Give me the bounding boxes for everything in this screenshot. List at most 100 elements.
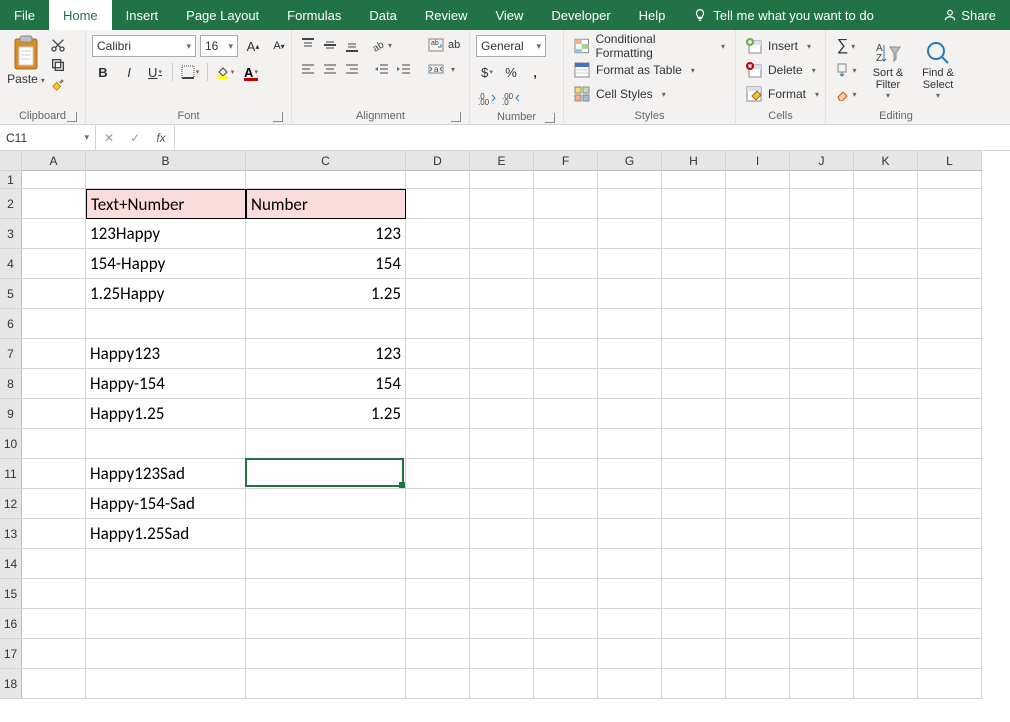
cell-I15[interactable] bbox=[726, 579, 790, 609]
autosum-button[interactable]: ∑ bbox=[832, 35, 860, 57]
cell-A13[interactable] bbox=[22, 519, 86, 549]
row-header-8[interactable]: 8 bbox=[0, 369, 22, 399]
cell-B6[interactable] bbox=[86, 309, 246, 339]
dialog-launcher-icon[interactable] bbox=[451, 112, 461, 122]
cell-K5[interactable] bbox=[854, 279, 918, 309]
cell-J11[interactable] bbox=[790, 459, 854, 489]
col-header-I[interactable]: I bbox=[726, 151, 790, 171]
cell-B9[interactable]: Happy1.25 bbox=[86, 399, 246, 429]
cell-E5[interactable] bbox=[470, 279, 534, 309]
cell-C11[interactable] bbox=[246, 459, 406, 489]
col-header-B[interactable]: B bbox=[86, 151, 246, 171]
cell-L13[interactable] bbox=[918, 519, 982, 549]
row-header-10[interactable]: 10 bbox=[0, 429, 22, 459]
cell-C15[interactable] bbox=[246, 579, 406, 609]
cell-E14[interactable] bbox=[470, 549, 534, 579]
cell-C7[interactable]: 123 bbox=[246, 339, 406, 369]
cell-F1[interactable] bbox=[534, 171, 598, 189]
cell-L4[interactable] bbox=[918, 249, 982, 279]
cell-B12[interactable]: Happy-154-Sad bbox=[86, 489, 246, 519]
cell-G14[interactable] bbox=[598, 549, 662, 579]
cell-L15[interactable] bbox=[918, 579, 982, 609]
cell-B18[interactable] bbox=[86, 669, 246, 699]
italic-button[interactable]: I bbox=[118, 61, 140, 83]
cell-A6[interactable] bbox=[22, 309, 86, 339]
cell-I13[interactable] bbox=[726, 519, 790, 549]
cell-I12[interactable] bbox=[726, 489, 790, 519]
cell-H11[interactable] bbox=[662, 459, 726, 489]
cell-E6[interactable] bbox=[470, 309, 534, 339]
cell-C16[interactable] bbox=[246, 609, 406, 639]
dialog-launcher-icon[interactable] bbox=[273, 112, 283, 122]
align-bottom-button[interactable] bbox=[342, 35, 362, 55]
cell-D14[interactable] bbox=[406, 549, 470, 579]
cell-K10[interactable] bbox=[854, 429, 918, 459]
cell-H4[interactable] bbox=[662, 249, 726, 279]
cell-G2[interactable] bbox=[598, 189, 662, 219]
bold-button[interactable]: B bbox=[92, 61, 114, 83]
cell-A8[interactable] bbox=[22, 369, 86, 399]
cell-K1[interactable] bbox=[854, 171, 918, 189]
insert-function-button[interactable]: fx bbox=[148, 131, 174, 145]
cell-E16[interactable] bbox=[470, 609, 534, 639]
cell-K13[interactable] bbox=[854, 519, 918, 549]
cell-I4[interactable] bbox=[726, 249, 790, 279]
tab-formulas[interactable]: Formulas bbox=[273, 0, 355, 30]
increase-font-button[interactable]: A▴ bbox=[242, 35, 264, 57]
align-right-button[interactable] bbox=[342, 59, 362, 79]
cell-E3[interactable] bbox=[470, 219, 534, 249]
cell-J6[interactable] bbox=[790, 309, 854, 339]
select-all-corner[interactable] bbox=[0, 151, 22, 171]
cell-D7[interactable] bbox=[406, 339, 470, 369]
tab-pagelayout[interactable]: Page Layout bbox=[172, 0, 273, 30]
tab-data[interactable]: Data bbox=[355, 0, 410, 30]
cell-L14[interactable] bbox=[918, 549, 982, 579]
cell-B3[interactable]: 123Happy bbox=[86, 219, 246, 249]
cell-D3[interactable] bbox=[406, 219, 470, 249]
font-color-button[interactable]: A bbox=[240, 61, 262, 83]
cell-L1[interactable] bbox=[918, 171, 982, 189]
format-cells-button[interactable]: Format bbox=[742, 83, 823, 105]
cell-C9[interactable]: 1.25 bbox=[246, 399, 406, 429]
cell-B2[interactable]: Text+Number bbox=[86, 189, 246, 219]
cell-F11[interactable] bbox=[534, 459, 598, 489]
cell-K17[interactable] bbox=[854, 639, 918, 669]
cell-I6[interactable] bbox=[726, 309, 790, 339]
font-size-combo[interactable]: 16▾ bbox=[200, 35, 238, 57]
cell-I7[interactable] bbox=[726, 339, 790, 369]
cell-G17[interactable] bbox=[598, 639, 662, 669]
cell-L5[interactable] bbox=[918, 279, 982, 309]
cell-G1[interactable] bbox=[598, 171, 662, 189]
copy-button[interactable] bbox=[50, 57, 66, 73]
align-top-button[interactable] bbox=[298, 35, 318, 55]
cell-L3[interactable] bbox=[918, 219, 982, 249]
row-header-4[interactable]: 4 bbox=[0, 249, 22, 279]
cell-I1[interactable] bbox=[726, 171, 790, 189]
cell-J16[interactable] bbox=[790, 609, 854, 639]
tab-home[interactable]: Home bbox=[49, 0, 112, 30]
cell-G12[interactable] bbox=[598, 489, 662, 519]
tab-file[interactable]: File bbox=[0, 0, 49, 30]
cell-G4[interactable] bbox=[598, 249, 662, 279]
cell-H2[interactable] bbox=[662, 189, 726, 219]
cell-H5[interactable] bbox=[662, 279, 726, 309]
cell-H12[interactable] bbox=[662, 489, 726, 519]
align-center-button[interactable] bbox=[320, 59, 340, 79]
col-header-F[interactable]: F bbox=[534, 151, 598, 171]
cell-A5[interactable] bbox=[22, 279, 86, 309]
col-header-G[interactable]: G bbox=[598, 151, 662, 171]
cell-J1[interactable] bbox=[790, 171, 854, 189]
cell-F9[interactable] bbox=[534, 399, 598, 429]
cell-D18[interactable] bbox=[406, 669, 470, 699]
cell-J4[interactable] bbox=[790, 249, 854, 279]
cell-J17[interactable] bbox=[790, 639, 854, 669]
cell-A18[interactable] bbox=[22, 669, 86, 699]
row-header-13[interactable]: 13 bbox=[0, 519, 22, 549]
cell-G13[interactable] bbox=[598, 519, 662, 549]
cell-A14[interactable] bbox=[22, 549, 86, 579]
font-name-combo[interactable]: Calibri▾ bbox=[92, 35, 196, 57]
decrease-indent-button[interactable] bbox=[372, 59, 392, 79]
cell-C1[interactable] bbox=[246, 171, 406, 189]
cell-I3[interactable] bbox=[726, 219, 790, 249]
cell-H9[interactable] bbox=[662, 399, 726, 429]
